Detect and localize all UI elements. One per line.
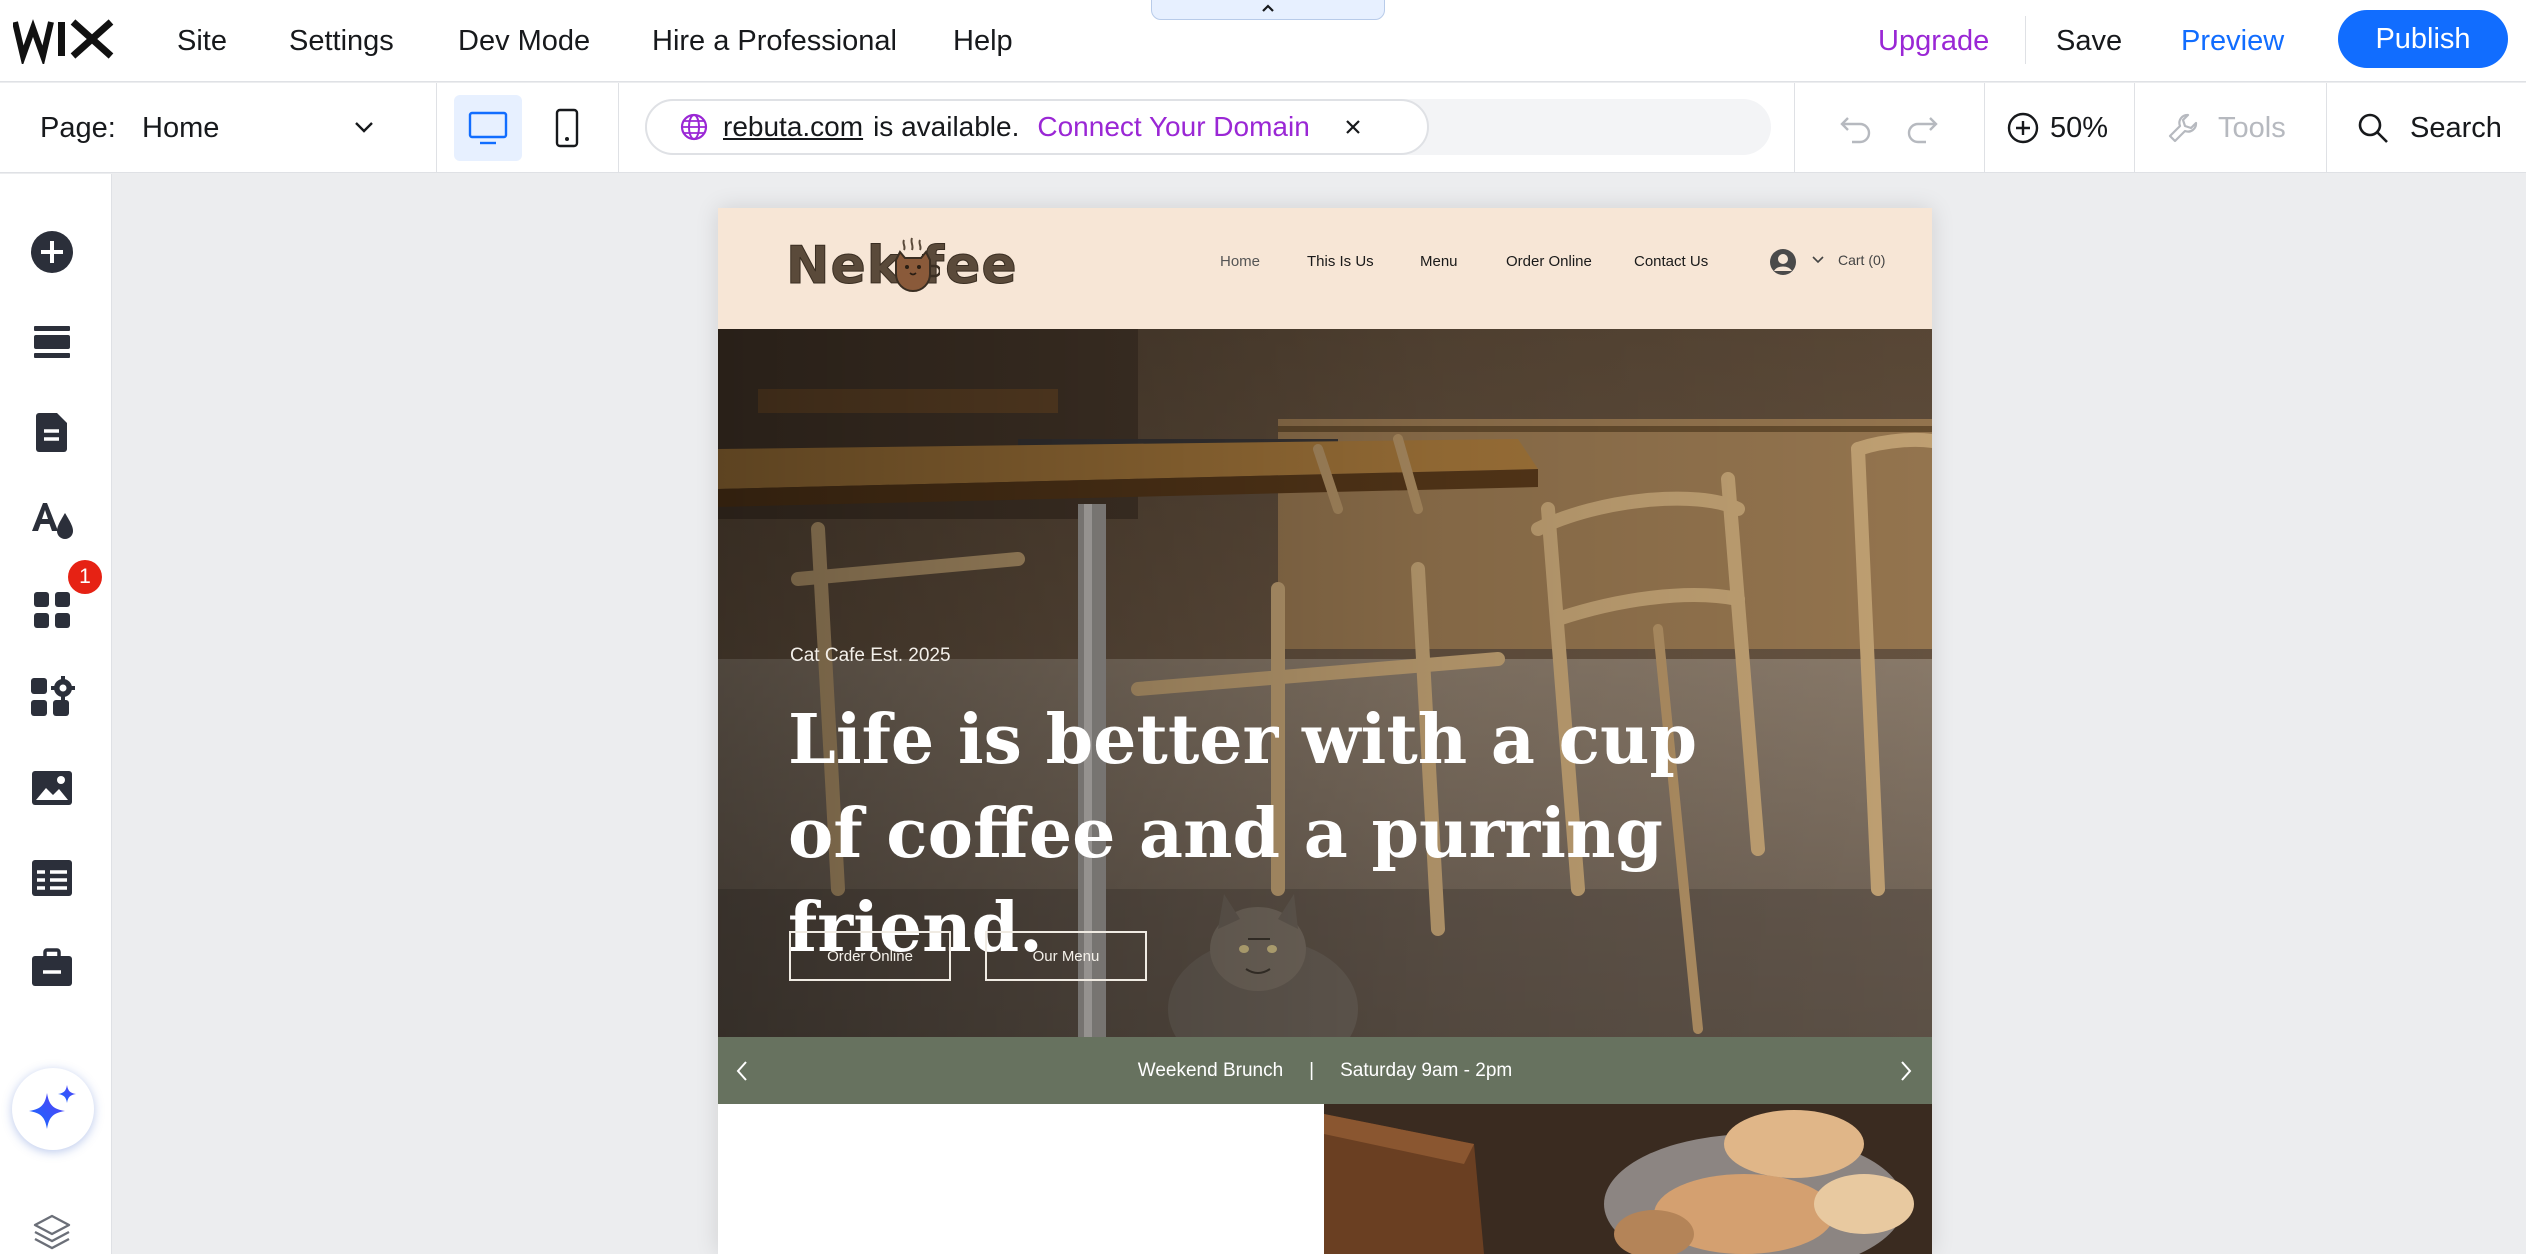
pages-button[interactable]	[28, 408, 76, 456]
cart-link[interactable]: Cart (0)	[1838, 252, 1885, 268]
zoom-in-icon	[2007, 112, 2039, 144]
tools-button[interactable]: Tools	[2166, 83, 2286, 173]
site-nav-menu[interactable]: Menu	[1420, 253, 1458, 270]
add-elements-button[interactable]	[28, 228, 76, 276]
notification-badge: 1	[68, 560, 102, 594]
cms-button[interactable]	[28, 854, 76, 902]
zoom-level: 50%	[2050, 111, 2109, 144]
chevron-right-icon[interactable]	[1898, 1059, 1914, 1083]
sections-icon	[34, 326, 70, 358]
site-canvas[interactable]: Nek fee Home This Is Us Menu Order Onlin…	[718, 208, 1932, 1254]
chevron-up-icon	[1262, 4, 1274, 12]
hero-subtitle[interactable]: Cat Cafe Est. 2025	[790, 645, 951, 667]
divider	[1984, 83, 1985, 173]
business-apps-icon	[31, 676, 75, 716]
search-button[interactable]: Search	[2356, 83, 2502, 173]
connect-domain-link[interactable]: Connect Your Domain	[1037, 111, 1309, 143]
add-icon	[31, 231, 73, 273]
design-button[interactable]	[28, 496, 76, 544]
wrench-icon	[2168, 113, 2198, 143]
undo-icon[interactable]	[1838, 110, 1874, 146]
cms-icon	[32, 860, 72, 896]
site-nav-contact-us[interactable]: Contact Us	[1634, 253, 1708, 270]
domain-name: rebuta.com	[723, 111, 864, 142]
media-button[interactable]	[28, 764, 76, 812]
mobile-icon	[555, 108, 579, 148]
chevron-down-icon[interactable]	[350, 113, 378, 141]
site-header[interactable]: Nek fee Home This Is Us Menu Order Onlin…	[718, 208, 1932, 329]
portfolio-button[interactable]	[28, 944, 76, 992]
editor-sub-bar: Page: Home rebuta.com is available. Conn…	[0, 83, 2526, 173]
site-nav-order-online[interactable]: Order Online	[1506, 253, 1592, 270]
wix-logo[interactable]	[13, 14, 115, 64]
menu-site[interactable]: Site	[177, 0, 227, 82]
sections-button[interactable]	[28, 318, 76, 366]
business-apps-button[interactable]	[28, 674, 76, 722]
globe-icon	[679, 112, 709, 142]
desktop-view-button[interactable]	[454, 95, 522, 161]
divider	[436, 83, 437, 173]
page-selector[interactable]: Home	[142, 83, 219, 173]
editor-top-bar: Site Settings Dev Mode Hire a Profession…	[0, 0, 2526, 82]
media-icon	[32, 771, 72, 805]
page-label: Page:	[40, 111, 116, 144]
layers-icon	[33, 1214, 71, 1250]
order-online-button[interactable]: Order Online	[789, 931, 951, 981]
announcement-banner[interactable]: Weekend Brunch | Saturday 9am - 2pm	[718, 1037, 1932, 1104]
hero-section[interactable]: Cat Cafe Est. 2025 Life is better with a…	[718, 329, 1932, 1037]
save-button[interactable]: Save	[2056, 0, 2122, 82]
divider	[1794, 83, 1795, 173]
collapse-toolbar-tab[interactable]	[1151, 0, 1385, 20]
divider	[2025, 16, 2026, 64]
desktop-icon	[468, 111, 508, 145]
bakery-image[interactable]	[1324, 1104, 1932, 1254]
divider	[2326, 83, 2327, 173]
publish-button[interactable]: Publish	[2338, 10, 2508, 68]
menu-dev-mode[interactable]: Dev Mode	[458, 0, 590, 82]
upgrade-link[interactable]: Upgrade	[1878, 0, 1989, 82]
domain-notice: rebuta.com is available. Connect Your Do…	[645, 99, 1429, 155]
menu-help[interactable]: Help	[953, 0, 1013, 82]
apps-icon	[34, 592, 70, 628]
pages-icon	[36, 413, 67, 452]
preview-button[interactable]: Preview	[2181, 0, 2284, 82]
close-icon[interactable]	[1344, 118, 1362, 136]
menu-hire-professional[interactable]: Hire a Professional	[652, 0, 897, 82]
menu-settings[interactable]: Settings	[289, 0, 394, 82]
our-menu-button[interactable]: Our Menu	[985, 931, 1147, 981]
bread-photo	[1324, 1104, 1932, 1254]
ai-assistant-button[interactable]	[12, 1068, 94, 1150]
layers-button[interactable]	[28, 1208, 76, 1254]
ai-assistant-icon	[29, 1085, 76, 1129]
domain-status: is available.	[873, 111, 1020, 142]
divider	[618, 83, 619, 173]
portfolio-icon	[32, 948, 72, 986]
content-section-text[interactable]	[718, 1104, 1324, 1254]
apps-button[interactable]	[28, 586, 76, 634]
search-icon	[2358, 113, 2388, 143]
site-nav-this-is-us[interactable]: This Is Us	[1307, 253, 1374, 270]
design-icon	[32, 503, 73, 539]
redo-icon[interactable]	[1904, 110, 1940, 146]
divider	[2134, 83, 2135, 173]
left-sidebar: 1	[0, 174, 112, 1254]
chevron-down-icon[interactable]	[1811, 255, 1825, 265]
user-avatar-icon[interactable]	[1769, 248, 1797, 276]
site-nav-home[interactable]: Home	[1220, 253, 1260, 270]
cat-cup-logo-icon	[895, 237, 940, 292]
zoom-control[interactable]: 50%	[2006, 83, 2108, 173]
mobile-view-button[interactable]	[534, 95, 600, 161]
banner-text: Weekend Brunch | Saturday 9am - 2pm	[1137, 1059, 1513, 1081]
